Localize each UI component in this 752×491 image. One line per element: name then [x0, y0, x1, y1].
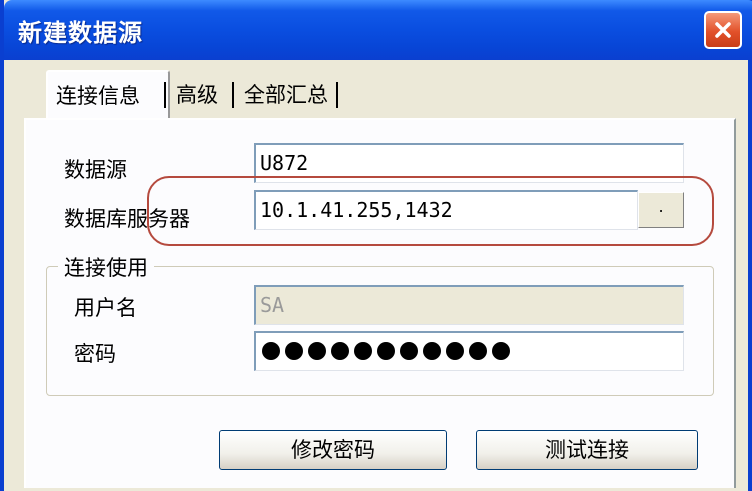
new-datasource-dialog: 新建数据源 连接信息 高级 全部汇总 数据源 U872 数据库服务器 10.1.… — [0, 0, 752, 491]
password-label: 密码 — [74, 342, 116, 366]
password-dot — [262, 342, 280, 360]
tab-summary[interactable]: 全部汇总 — [236, 72, 336, 118]
tab-separator — [164, 82, 166, 108]
password-mask — [260, 333, 683, 369]
title-bar[interactable]: 新建数据源 — [4, 0, 752, 60]
tab-separator — [232, 82, 234, 108]
window-title: 新建数据源 — [18, 19, 143, 47]
tab-strip: 连接信息 高级 全部汇总 — [14, 70, 742, 120]
datasource-label: 数据源 — [64, 158, 127, 182]
tab-separator — [336, 82, 338, 108]
password-dot — [354, 342, 372, 360]
password-dot — [377, 342, 395, 360]
tab-advanced[interactable]: 高级 — [168, 72, 226, 118]
password-dot — [331, 342, 349, 360]
password-dot — [469, 342, 487, 360]
close-icon — [715, 22, 731, 38]
server-label: 数据库服务器 — [64, 207, 190, 231]
close-button[interactable] — [704, 11, 742, 49]
password-dot — [400, 342, 418, 360]
server-field[interactable]: 10.1.41.255,1432 — [254, 190, 638, 230]
change-password-button[interactable]: 修改密码 — [219, 430, 447, 470]
password-dot — [492, 342, 510, 360]
password-dot — [285, 342, 303, 360]
username-label: 用户名 — [74, 296, 137, 320]
test-connection-button[interactable]: 测试连接 — [476, 430, 698, 470]
password-dot — [308, 342, 326, 360]
password-dot — [446, 342, 464, 360]
datasource-field[interactable]: U872 — [254, 143, 684, 183]
password-field[interactable] — [254, 331, 684, 371]
browse-server-button[interactable]: . — [638, 192, 684, 228]
password-dot — [423, 342, 441, 360]
tab-connection-info[interactable]: 连接信息 — [46, 70, 170, 120]
group-title: 连接使用 — [58, 252, 154, 282]
username-field[interactable]: SA — [254, 285, 684, 325]
